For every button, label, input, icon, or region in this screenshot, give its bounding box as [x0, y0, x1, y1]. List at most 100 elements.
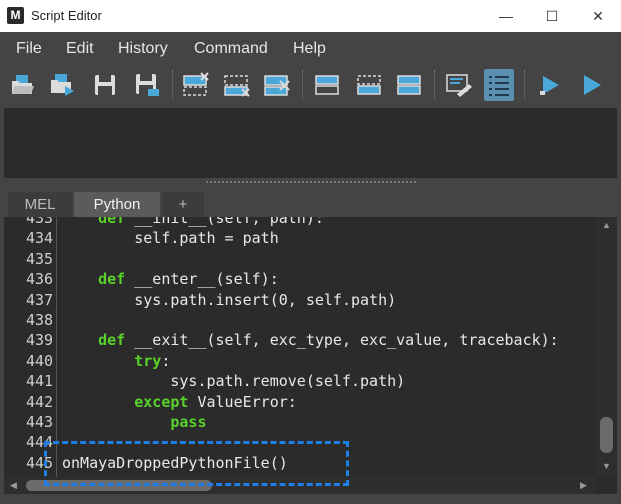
- line-number: 442: [26, 392, 54, 411]
- line-number: 440: [26, 351, 54, 370]
- show-both-button[interactable]: [394, 69, 424, 101]
- code-token: :: [161, 351, 171, 370]
- show-line-numbers-button[interactable]: [484, 69, 514, 101]
- clear-history-icon: [183, 72, 209, 96]
- menu-history[interactable]: History: [118, 40, 168, 58]
- show-history-only-button[interactable]: [312, 69, 342, 101]
- clear-input-icon: [224, 75, 250, 97]
- keyword-token: except: [134, 392, 189, 411]
- clear-all-icon: [264, 75, 290, 96]
- keyword-token: def: [98, 270, 126, 289]
- clear-all-button[interactable]: [262, 69, 292, 101]
- line-number: 437: [26, 290, 54, 309]
- code-line[interactable]: sys.path.insert(0, self.path): [62, 291, 396, 309]
- line-number-gutter: 433 434 435 436 437 438 439 440 441 442 443 444 445: [4, 217, 57, 477]
- code-line[interactable]: def __enter__(self):: [62, 270, 279, 288]
- keyword-token: pass: [170, 413, 207, 431]
- show-line-numbers-icon: [489, 76, 509, 96]
- menu-help[interactable]: Help: [293, 40, 326, 58]
- window-title: Script Editor: [31, 8, 102, 23]
- echo-all-commands-icon: [446, 74, 472, 97]
- echo-all-commands-button[interactable]: [444, 69, 474, 101]
- keyword-token: def: [98, 217, 126, 227]
- menu-file[interactable]: File: [16, 40, 42, 58]
- execute-all-icon: [584, 75, 601, 95]
- code-token: sys.path.remove(self.path): [62, 372, 406, 391]
- code-line[interactable]: def __exit__(self, exc_type, exc_value, …: [62, 331, 559, 349]
- vertical-scrollbar-thumb[interactable]: [600, 417, 613, 453]
- show-both-icon: [397, 75, 421, 95]
- history-output-pane[interactable]: [4, 108, 617, 178]
- code-line[interactable]: pass: [62, 413, 207, 431]
- menu-command[interactable]: Command: [194, 40, 268, 58]
- line-number: 443: [26, 413, 54, 431]
- menu-bar: File Edit History Command Help: [0, 32, 621, 66]
- code-line[interactable]: sys.path.remove(self.path): [62, 372, 405, 390]
- save-script-to-shelf-button[interactable]: [132, 69, 162, 101]
- menu-edit[interactable]: Edit: [66, 40, 94, 58]
- minimize-button[interactable]: —: [483, 0, 529, 32]
- scroll-up-arrow-icon[interactable]: ▲: [602, 220, 611, 230]
- maya-app-icon: M: [7, 7, 24, 24]
- line-number: 434: [26, 229, 54, 248]
- vertical-scrollbar[interactable]: ▲ ▼: [596, 217, 617, 477]
- keyword-token: try: [134, 351, 162, 370]
- tab-bar: MEL Python +: [4, 190, 617, 217]
- show-input-only-button[interactable]: [354, 69, 384, 101]
- execute-selected-icon: [540, 76, 559, 95]
- show-input-only-icon: [357, 75, 381, 95]
- code-token: __init__(self, path):: [125, 217, 324, 227]
- tab-python[interactable]: Python: [74, 192, 160, 217]
- line-number: 441: [26, 372, 54, 391]
- title-bar: M Script Editor — ☐ ✕: [0, 0, 621, 32]
- show-history-only-icon: [315, 75, 339, 95]
- scroll-right-arrow-icon[interactable]: ▶: [580, 480, 587, 491]
- execute-all-button[interactable]: [576, 69, 606, 101]
- source-script-button[interactable]: [48, 69, 78, 101]
- code-token: sys.path.insert(0, self.path): [62, 290, 397, 309]
- toolbar-separator: [434, 70, 436, 100]
- toolbar-separator: [172, 70, 174, 100]
- code-token: self.path = path: [62, 229, 279, 248]
- open-script-icon: [12, 75, 34, 94]
- code-line[interactable]: except ValueError:: [62, 393, 297, 411]
- maximize-button[interactable]: ☐: [529, 0, 575, 32]
- code-token: __enter__(self):: [125, 270, 279, 289]
- code-line[interactable]: def __init__(self, path):: [62, 217, 324, 227]
- line-number: 438: [26, 311, 54, 329]
- toolbar: [0, 66, 621, 108]
- toolbar-separator: [524, 70, 526, 100]
- toolbar-separator: [302, 70, 304, 100]
- pane-splitter-handle[interactable]: [206, 181, 416, 185]
- code-line[interactable]: self.path = path: [62, 229, 279, 247]
- clear-history-button[interactable]: [181, 69, 211, 101]
- clear-input-button[interactable]: [222, 69, 252, 101]
- save-script-to-shelf-icon: [136, 74, 159, 96]
- source-script-icon: [51, 74, 74, 96]
- keyword-token: def: [98, 331, 126, 350]
- open-script-button[interactable]: [8, 69, 38, 101]
- highlight-box: [44, 441, 349, 486]
- code-token: __exit__(self, exc_type, exc_value, trac…: [125, 331, 559, 350]
- execute-selected-button[interactable]: [535, 69, 565, 101]
- scroll-down-arrow-icon[interactable]: ▼: [602, 461, 611, 471]
- line-number: 433: [26, 217, 54, 227]
- tab-mel[interactable]: MEL: [8, 192, 72, 217]
- line-number: 436: [26, 270, 54, 289]
- line-number: 439: [26, 331, 54, 350]
- save-script-icon: [95, 75, 115, 95]
- add-tab-button[interactable]: +: [162, 192, 204, 217]
- save-script-button[interactable]: [90, 69, 120, 101]
- scroll-left-arrow-icon[interactable]: ◀: [10, 480, 17, 491]
- close-button[interactable]: ✕: [575, 0, 621, 32]
- code-area[interactable]: def __init__(self, path): self.path = pa…: [62, 217, 594, 477]
- code-line[interactable]: try:: [62, 352, 170, 370]
- code-token: ValueError:: [188, 392, 297, 411]
- line-number: 435: [26, 249, 54, 268]
